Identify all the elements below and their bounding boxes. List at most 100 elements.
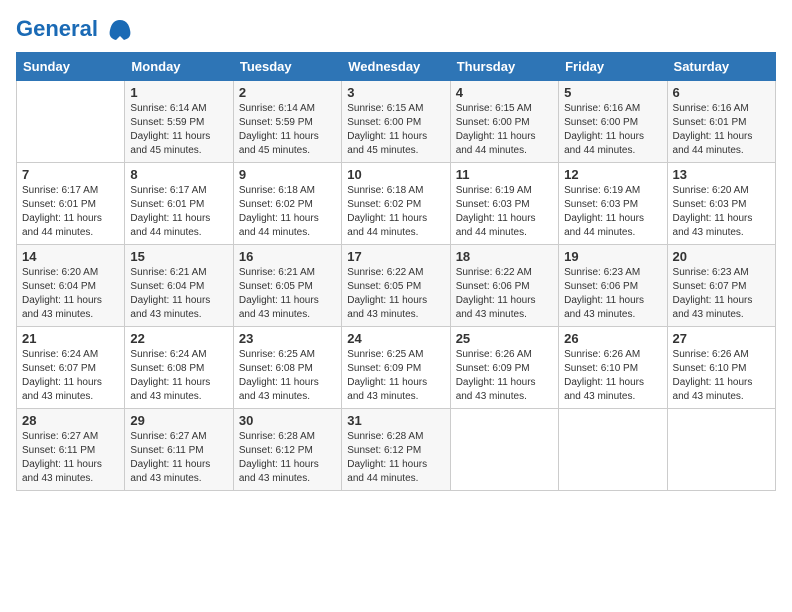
day-info: Sunrise: 6:26 AM Sunset: 6:10 PM Dayligh…	[673, 348, 770, 404]
day-info: Sunrise: 6:21 AM Sunset: 6:04 PM Dayligh…	[130, 266, 227, 322]
day-info: Sunrise: 6:27 AM Sunset: 6:11 PM Dayligh…	[130, 430, 227, 486]
calendar-cell: 8 Sunrise: 6:17 AM Sunset: 6:01 PM Daylig…	[125, 163, 233, 245]
day-info: Sunrise: 6:17 AM Sunset: 6:01 PM Dayligh…	[22, 184, 119, 240]
day-info: Sunrise: 6:16 AM Sunset: 6:01 PM Dayligh…	[673, 102, 770, 158]
calendar-cell: 29Sunrise: 6:27 AM Sunset: 6:11 PM Dayli…	[125, 409, 233, 491]
calendar-week-row: 14 Sunrise: 6:20 AM Sunset: 6:04 PM Dayli…	[17, 245, 776, 327]
day-header-tuesday: Tuesday	[233, 53, 341, 81]
day-info: Sunrise: 6:23 AM Sunset: 6:07 PM Dayligh…	[673, 266, 770, 322]
page-header: General	[16, 16, 776, 44]
calendar-cell: 24Sunrise: 6:25 AM Sunset: 6:09 PM Dayli…	[342, 327, 450, 409]
calendar-cell: 7 Sunrise: 6:17 AM Sunset: 6:01 PM Daylig…	[17, 163, 125, 245]
day-number: 21	[22, 331, 119, 346]
calendar-cell	[667, 409, 775, 491]
calendar-cell: 23Sunrise: 6:25 AM Sunset: 6:08 PM Dayli…	[233, 327, 341, 409]
day-info: Sunrise: 6:26 AM Sunset: 6:10 PM Dayligh…	[564, 348, 661, 404]
calendar-cell	[450, 409, 558, 491]
day-header-monday: Monday	[125, 53, 233, 81]
calendar-cell: 4Sunrise: 6:15 AM Sunset: 6:00 PM Daylig…	[450, 81, 558, 163]
day-info: Sunrise: 6:25 AM Sunset: 6:09 PM Dayligh…	[347, 348, 444, 404]
day-number: 11	[456, 167, 553, 182]
day-number: 16	[239, 249, 336, 264]
day-number: 15	[130, 249, 227, 264]
calendar-cell: 14 Sunrise: 6:20 AM Sunset: 6:04 PM Dayli…	[17, 245, 125, 327]
calendar-cell: 6 Sunrise: 6:16 AM Sunset: 6:01 PM Daylig…	[667, 81, 775, 163]
calendar-cell: 27 Sunrise: 6:26 AM Sunset: 6:10 PM Dayli…	[667, 327, 775, 409]
day-info: Sunrise: 6:17 AM Sunset: 6:01 PM Dayligh…	[130, 184, 227, 240]
day-number: 27	[673, 331, 770, 346]
day-number: 10	[347, 167, 444, 182]
calendar-cell: 30 Sunrise: 6:28 AM Sunset: 6:12 PM Dayli…	[233, 409, 341, 491]
day-info: Sunrise: 6:23 AM Sunset: 6:06 PM Dayligh…	[564, 266, 661, 322]
day-number: 25	[456, 331, 553, 346]
calendar-cell: 22 Sunrise: 6:24 AM Sunset: 6:08 PM Dayli…	[125, 327, 233, 409]
day-info: Sunrise: 6:20 AM Sunset: 6:03 PM Dayligh…	[673, 184, 770, 240]
day-number: 30	[239, 413, 336, 428]
day-number: 1	[130, 85, 227, 100]
calendar-cell: 18 Sunrise: 6:22 AM Sunset: 6:06 PM Dayli…	[450, 245, 558, 327]
day-number: 6	[673, 85, 770, 100]
calendar-cell: 25 Sunrise: 6:26 AM Sunset: 6:09 PM Dayli…	[450, 327, 558, 409]
calendar-cell: 19 Sunrise: 6:23 AM Sunset: 6:06 PM Dayli…	[559, 245, 667, 327]
calendar-cell: 12Sunrise: 6:19 AM Sunset: 6:03 PM Dayli…	[559, 163, 667, 245]
day-number: 8	[130, 167, 227, 182]
day-number: 5	[564, 85, 661, 100]
day-info: Sunrise: 6:24 AM Sunset: 6:07 PM Dayligh…	[22, 348, 119, 404]
calendar-cell: 17 Sunrise: 6:22 AM Sunset: 6:05 PM Dayli…	[342, 245, 450, 327]
day-header-friday: Friday	[559, 53, 667, 81]
day-info: Sunrise: 6:18 AM Sunset: 6:02 PM Dayligh…	[347, 184, 444, 240]
day-number: 26	[564, 331, 661, 346]
calendar-cell: 9Sunrise: 6:18 AM Sunset: 6:02 PM Daylig…	[233, 163, 341, 245]
calendar-week-row: 21 Sunrise: 6:24 AM Sunset: 6:07 PM Dayli…	[17, 327, 776, 409]
calendar-week-row: 28 Sunrise: 6:27 AM Sunset: 6:11 PM Dayli…	[17, 409, 776, 491]
day-number: 19	[564, 249, 661, 264]
day-number: 31	[347, 413, 444, 428]
day-number: 18	[456, 249, 553, 264]
calendar-cell: 2Sunrise: 6:14 AM Sunset: 5:59 PM Daylig…	[233, 81, 341, 163]
day-info: Sunrise: 6:14 AM Sunset: 5:59 PM Dayligh…	[130, 102, 227, 158]
day-number: 3	[347, 85, 444, 100]
calendar-cell: 11 Sunrise: 6:19 AM Sunset: 6:03 PM Dayli…	[450, 163, 558, 245]
day-info: Sunrise: 6:22 AM Sunset: 6:06 PM Dayligh…	[456, 266, 553, 322]
day-number: 14	[22, 249, 119, 264]
day-number: 22	[130, 331, 227, 346]
day-header-wednesday: Wednesday	[342, 53, 450, 81]
day-info: Sunrise: 6:15 AM Sunset: 6:00 PM Dayligh…	[347, 102, 444, 158]
calendar-cell: 26 Sunrise: 6:26 AM Sunset: 6:10 PM Dayli…	[559, 327, 667, 409]
day-info: Sunrise: 6:28 AM Sunset: 6:12 PM Dayligh…	[239, 430, 336, 486]
day-info: Sunrise: 6:24 AM Sunset: 6:08 PM Dayligh…	[130, 348, 227, 404]
calendar-cell: 15 Sunrise: 6:21 AM Sunset: 6:04 PM Dayli…	[125, 245, 233, 327]
calendar-cell: 1 Sunrise: 6:14 AM Sunset: 5:59 PM Daylig…	[125, 81, 233, 163]
calendar-cell: 13Sunrise: 6:20 AM Sunset: 6:03 PM Dayli…	[667, 163, 775, 245]
day-info: Sunrise: 6:19 AM Sunset: 6:03 PM Dayligh…	[456, 184, 553, 240]
day-number: 28	[22, 413, 119, 428]
calendar-cell: 31Sunrise: 6:28 AM Sunset: 6:12 PM Dayli…	[342, 409, 450, 491]
day-header-thursday: Thursday	[450, 53, 558, 81]
calendar-cell: 5Sunrise: 6:16 AM Sunset: 6:00 PM Daylig…	[559, 81, 667, 163]
day-info: Sunrise: 6:14 AM Sunset: 5:59 PM Dayligh…	[239, 102, 336, 158]
day-number: 7	[22, 167, 119, 182]
calendar-cell: 16 Sunrise: 6:21 AM Sunset: 6:05 PM Dayli…	[233, 245, 341, 327]
day-info: Sunrise: 6:21 AM Sunset: 6:05 PM Dayligh…	[239, 266, 336, 322]
day-info: Sunrise: 6:19 AM Sunset: 6:03 PM Dayligh…	[564, 184, 661, 240]
logo: General	[16, 16, 134, 44]
calendar-cell: 10 Sunrise: 6:18 AM Sunset: 6:02 PM Dayli…	[342, 163, 450, 245]
day-header-sunday: Sunday	[17, 53, 125, 81]
calendar-header-row: SundayMondayTuesdayWednesdayThursdayFrid…	[17, 53, 776, 81]
calendar-cell: 3 Sunrise: 6:15 AM Sunset: 6:00 PM Daylig…	[342, 81, 450, 163]
day-number: 17	[347, 249, 444, 264]
day-info: Sunrise: 6:20 AM Sunset: 6:04 PM Dayligh…	[22, 266, 119, 322]
calendar-table: SundayMondayTuesdayWednesdayThursdayFrid…	[16, 52, 776, 491]
calendar-cell: 28Sunrise: 6:27 AM Sunset: 6:11 PM Dayli…	[17, 409, 125, 491]
calendar-week-row: 1 Sunrise: 6:14 AM Sunset: 5:59 PM Daylig…	[17, 81, 776, 163]
day-info: Sunrise: 6:26 AM Sunset: 6:09 PM Dayligh…	[456, 348, 553, 404]
calendar-cell: 20Sunrise: 6:23 AM Sunset: 6:07 PM Dayli…	[667, 245, 775, 327]
day-info: Sunrise: 6:18 AM Sunset: 6:02 PM Dayligh…	[239, 184, 336, 240]
day-number: 23	[239, 331, 336, 346]
calendar-cell	[17, 81, 125, 163]
calendar-week-row: 7 Sunrise: 6:17 AM Sunset: 6:01 PM Daylig…	[17, 163, 776, 245]
day-info: Sunrise: 6:22 AM Sunset: 6:05 PM Dayligh…	[347, 266, 444, 322]
calendar-cell	[559, 409, 667, 491]
logo-text: General	[16, 16, 134, 44]
day-info: Sunrise: 6:15 AM Sunset: 6:00 PM Dayligh…	[456, 102, 553, 158]
